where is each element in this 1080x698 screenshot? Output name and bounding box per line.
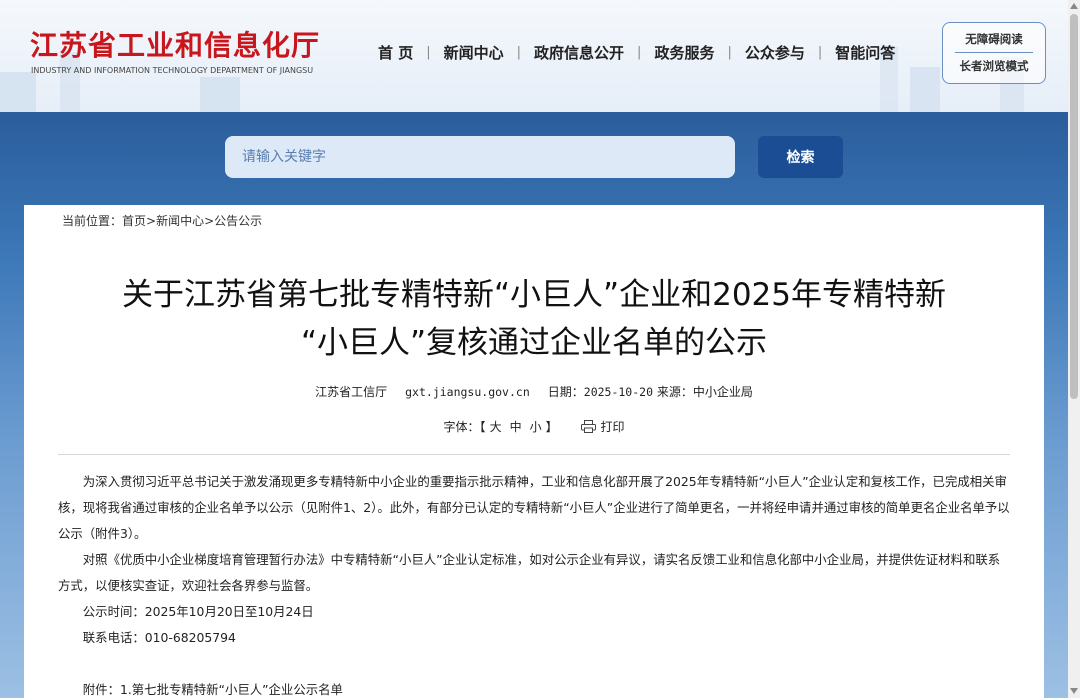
font-size-large[interactable]: 大	[490, 420, 502, 434]
article-source: 江苏省工信厅	[315, 385, 388, 399]
article-tools: 字体：【大中小】 打印	[24, 418, 1044, 435]
contact-phone: 联系电话：010-68205794	[82, 630, 236, 645]
font-size-label: 字体：	[443, 420, 480, 434]
accessibility-divider	[955, 52, 1033, 53]
nav-separator: |	[727, 45, 732, 60]
breadcrumb-separator: >	[204, 214, 215, 228]
article-paragraph: 为深入贯彻习近平总书记关于激发涌现更多专精特新中小企业的重要指示批示精神，工业和…	[58, 474, 1010, 541]
elder-mode-link[interactable]: 长者浏览模式	[943, 58, 1045, 74]
main-nav: 首 页 | 新闻中心 | 政府信息公开 | 政务服务 | 公众参与 | 智能问答	[378, 42, 895, 63]
nav-home[interactable]: 首 页	[378, 42, 413, 63]
nav-separator: |	[426, 45, 431, 60]
print-label: 打印	[600, 420, 625, 434]
breadcrumb-news-center[interactable]: 新闻中心	[156, 214, 204, 228]
nav-separator: |	[817, 45, 823, 60]
accessible-reading-link[interactable]: 无障碍阅读	[943, 31, 1045, 47]
search-button[interactable]: 检索	[758, 136, 843, 178]
article-site: gxt.jiangsu.gov.cn	[405, 385, 530, 399]
font-size-small[interactable]: 小	[530, 420, 542, 434]
nav-separator: |	[516, 45, 522, 60]
font-bracket-open: 【	[479, 420, 486, 434]
printer-icon	[581, 420, 597, 433]
attachment-link[interactable]: 附件：1.第七批专精特新“小巨人”企业公示名单	[58, 677, 1010, 698]
page-scrollbar[interactable]	[1068, 0, 1080, 698]
accessibility-panel: 无障碍阅读 长者浏览模式	[942, 22, 1046, 84]
print-button[interactable]: 打印	[581, 420, 624, 434]
article-origin-label: 来源：	[656, 385, 693, 399]
article-title-line-2: “小巨人”复核通过企业名单的公示	[300, 325, 768, 361]
article-meta: 江苏省工信厅 gxt.jiangsu.gov.cn 日期：2025-10-20 来源…	[24, 383, 1044, 400]
site-logo-subtitle: INDUSTRY AND INFORMATION TECHNOLOGY DEPA…	[31, 66, 314, 75]
breadcrumb-announcements[interactable]: 公告公示	[214, 214, 262, 228]
breadcrumb-home[interactable]: 首页	[122, 214, 146, 228]
breadcrumb-prefix: 当前位置：	[62, 214, 123, 228]
article-body: 为深入贯彻习近平总书记关于激发涌现更多专精特新中小企业的重要指示批示精神，工业和…	[58, 469, 1010, 698]
font-size-medium[interactable]: 中	[510, 420, 522, 434]
nav-news-center[interactable]: 新闻中心	[444, 42, 504, 63]
meta-divider	[58, 454, 1010, 455]
nav-gov-info[interactable]: 政府信息公开	[534, 42, 624, 63]
breadcrumb-separator: >	[146, 214, 157, 228]
breadcrumb: 当前位置：首页>新闻中心>公告公示	[62, 212, 262, 229]
nav-public-participation[interactable]: 公众参与	[745, 42, 805, 63]
publicity-period: 公示时间：2025年10月20日至10月24日	[82, 604, 314, 619]
article-paragraph: 对照《优质中小企业梯度培育管理暂行办法》中专精特新“小巨人”企业认定标准，如对公…	[58, 552, 1001, 593]
font-bracket-close: 】	[545, 420, 558, 434]
article-title-line-1: 关于江苏省第七批专精特新“小巨人”企业和2025年专精特新	[121, 277, 946, 313]
article-panel: 当前位置：首页>新闻中心>公告公示 关于江苏省第七批专精特新“小巨人”企业和20…	[24, 205, 1044, 698]
scroll-down-icon[interactable]	[1070, 688, 1078, 694]
scroll-up-icon[interactable]	[1070, 3, 1078, 9]
site-logo-title[interactable]: 江苏省工业和信息化厅	[30, 24, 320, 64]
scroll-thumb[interactable]	[1070, 14, 1078, 399]
article-date: 2025-10-20	[583, 385, 654, 399]
article-origin: 中小企业局	[692, 385, 753, 399]
site-header: 江苏省工业和信息化厅 INDUSTRY AND INFORMATION TECH…	[0, 0, 1068, 112]
article-date-label: 日期：	[547, 385, 584, 399]
nav-separator: |	[637, 45, 642, 60]
nav-gov-services[interactable]: 政务服务	[654, 42, 714, 63]
search-input[interactable]	[225, 136, 735, 178]
nav-smart-qa[interactable]: 智能问答	[835, 42, 895, 63]
